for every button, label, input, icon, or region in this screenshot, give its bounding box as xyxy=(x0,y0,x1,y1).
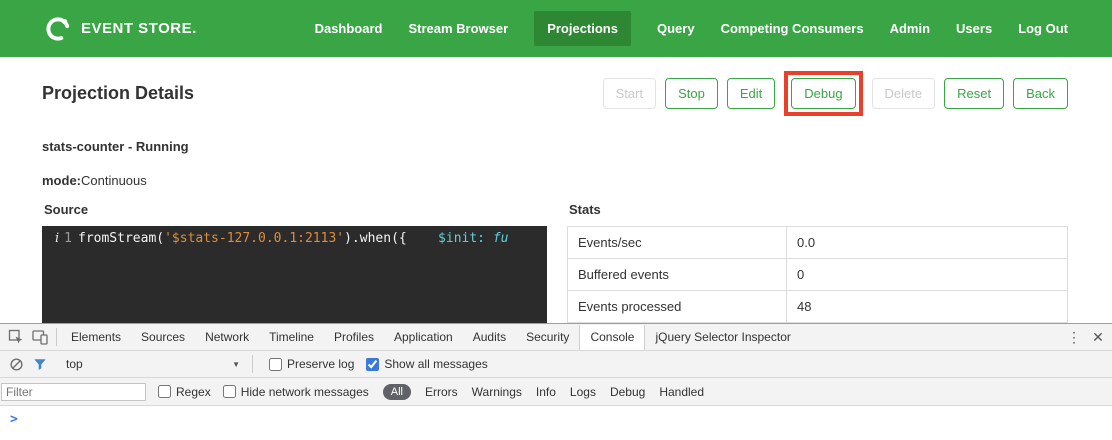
code-token: fromStream( xyxy=(78,231,164,246)
log-level-warnings[interactable]: Warnings xyxy=(472,385,522,399)
code-token xyxy=(407,231,438,246)
source-heading: Source xyxy=(44,202,547,217)
chevron-down-icon: ▼ xyxy=(232,360,240,369)
nav-item-projections[interactable]: Projections xyxy=(534,11,631,46)
top-navbar: EVENT STORE. Dashboard Stream Browser Pr… xyxy=(0,0,1112,57)
nav-item-query[interactable]: Query xyxy=(657,11,695,46)
preserve-log-label: Preserve log xyxy=(287,357,354,371)
preserve-log-checkbox[interactable] xyxy=(269,358,282,371)
devtools-close-icon[interactable]: ✕ xyxy=(1086,325,1110,349)
console-filter-bar: Regex Hide network messages All Errors W… xyxy=(0,378,1112,406)
filter-funnel-icon[interactable] xyxy=(28,352,52,376)
regex-checkbox[interactable] xyxy=(158,385,171,398)
log-level-handled[interactable]: Handled xyxy=(659,385,704,399)
stat-label: Events/sec xyxy=(568,227,786,258)
editor-gutter: i 1 xyxy=(42,226,78,334)
tab-console[interactable]: Console xyxy=(579,325,645,350)
console-input-line[interactable]: > xyxy=(0,406,1112,440)
tab-audits[interactable]: Audits xyxy=(463,325,516,350)
gutter-info-icon: i xyxy=(55,231,59,334)
code-token-string: '$stats-127.0.0.1:2113' xyxy=(164,231,344,246)
back-button[interactable]: Back xyxy=(1013,78,1068,109)
show-all-messages-label: Show all messages xyxy=(384,357,487,371)
tab-jquery-selector-inspector[interactable]: jQuery Selector Inspector xyxy=(645,325,800,350)
tab-application[interactable]: Application xyxy=(384,325,463,350)
inspect-element-icon[interactable] xyxy=(4,325,28,349)
mode-value: Continuous xyxy=(81,173,147,188)
nav-item-users[interactable]: Users xyxy=(956,11,992,46)
projection-status: stats-counter - Running xyxy=(42,139,1068,154)
regex-option[interactable]: Regex xyxy=(158,385,211,399)
stats-row-buffered-events: Buffered events 0 xyxy=(568,259,1067,291)
tab-security[interactable]: Security xyxy=(516,325,579,350)
delete-button[interactable]: Delete xyxy=(872,78,936,109)
stat-label: Events processed xyxy=(568,291,786,322)
brand-title: EVENT STORE. xyxy=(81,20,197,37)
stats-row-events-processed: Events processed 48 xyxy=(568,291,1067,323)
start-button[interactable]: Start xyxy=(603,78,656,109)
log-level-info[interactable]: Info xyxy=(536,385,556,399)
console-toolbar: top ▼ Preserve log Show all messages xyxy=(0,351,1112,378)
regex-label: Regex xyxy=(176,385,211,399)
edit-button[interactable]: Edit xyxy=(727,78,775,109)
show-all-messages-checkbox[interactable] xyxy=(366,358,379,371)
line-number: 1 xyxy=(64,231,72,334)
nav-item-log-out[interactable]: Log Out xyxy=(1018,11,1068,46)
source-code-editor[interactable]: i 1 fromStream('$stats-127.0.0.1:2113').… xyxy=(42,226,547,334)
debug-highlight-box: Debug xyxy=(784,71,862,116)
eventstore-logo-icon xyxy=(44,15,72,43)
hide-network-messages-option[interactable]: Hide network messages xyxy=(223,385,369,399)
devtools-panel: Elements Sources Network Timeline Profil… xyxy=(0,323,1112,440)
log-level-debug[interactable]: Debug xyxy=(610,385,645,399)
tab-timeline[interactable]: Timeline xyxy=(259,325,324,350)
code-token-keyword: $init: xyxy=(438,231,485,246)
devtools-menu-icon[interactable]: ⋮ xyxy=(1062,325,1086,349)
hide-network-messages-checkbox[interactable] xyxy=(223,385,236,398)
log-level-all[interactable]: All xyxy=(383,384,411,400)
mode-label: mode: xyxy=(42,173,81,188)
stats-row-events-per-sec: Events/sec 0.0 xyxy=(568,227,1067,259)
nav-item-dashboard[interactable]: Dashboard xyxy=(315,11,383,46)
stat-label: Buffered events xyxy=(568,259,786,290)
tab-network[interactable]: Network xyxy=(195,325,259,350)
show-all-messages-option[interactable]: Show all messages xyxy=(366,357,487,371)
stat-value: 0.0 xyxy=(786,227,1067,258)
devtools-tab-bar: Elements Sources Network Timeline Profil… xyxy=(0,324,1112,351)
projection-mode: mode:Continuous xyxy=(42,173,1068,188)
nav-item-admin[interactable]: Admin xyxy=(890,11,930,46)
code-token-keyword: fu xyxy=(485,231,508,246)
nav-item-stream-browser[interactable]: Stream Browser xyxy=(408,11,508,46)
eventstore-brand[interactable]: EVENT STORE. xyxy=(44,15,197,43)
execution-context-selector[interactable]: top ▼ xyxy=(58,357,248,371)
page-title: Projection Details xyxy=(42,83,194,104)
log-level-errors[interactable]: Errors xyxy=(425,385,458,399)
stat-value: 0 xyxy=(786,259,1067,290)
log-level-logs[interactable]: Logs xyxy=(570,385,596,399)
hide-network-messages-label: Hide network messages xyxy=(241,385,369,399)
tab-profiles[interactable]: Profiles xyxy=(324,325,384,350)
code-token: ).when({ xyxy=(344,231,407,246)
code-line: fromStream('$stats-127.0.0.1:2113').when… xyxy=(78,226,509,334)
divider xyxy=(56,328,57,346)
divider xyxy=(252,355,253,373)
preserve-log-option[interactable]: Preserve log xyxy=(269,357,354,371)
stat-value: 48 xyxy=(786,291,1067,322)
projection-action-buttons: Start Stop Edit Debug Delete Reset Back xyxy=(603,78,1068,109)
debug-button[interactable]: Debug xyxy=(791,78,855,109)
nav-item-competing-consumers[interactable]: Competing Consumers xyxy=(721,11,864,46)
device-toolbar-icon[interactable] xyxy=(28,325,52,349)
tab-sources[interactable]: Sources xyxy=(131,325,195,350)
console-filter-input[interactable] xyxy=(1,383,146,401)
clear-console-icon[interactable] xyxy=(4,352,28,376)
main-content: Projection Details Start Stop Edit Debug… xyxy=(0,78,1112,353)
reset-button[interactable]: Reset xyxy=(944,78,1004,109)
context-selected-value: top xyxy=(58,357,232,371)
nav-menu: Dashboard Stream Browser Projections Que… xyxy=(315,11,1068,46)
console-prompt-icon: > xyxy=(10,412,18,427)
stop-button[interactable]: Stop xyxy=(665,78,718,109)
stats-heading: Stats xyxy=(569,202,1068,217)
tab-elements[interactable]: Elements xyxy=(61,325,131,350)
